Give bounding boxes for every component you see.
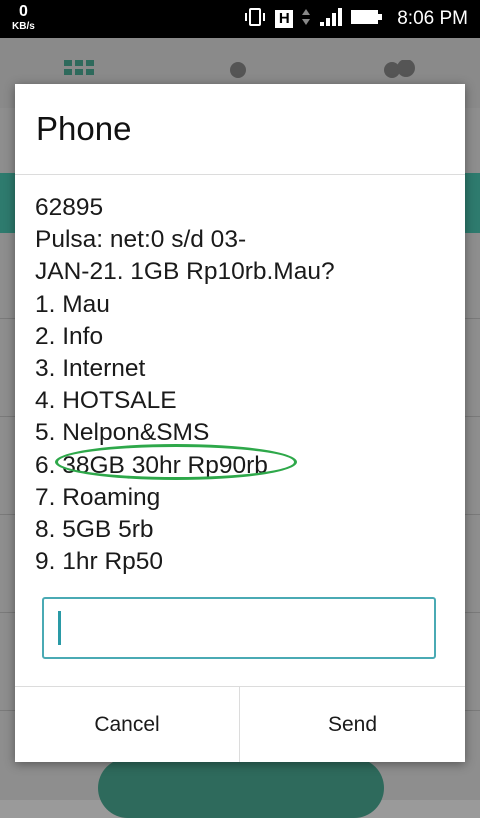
- vibrate-icon: [243, 7, 267, 32]
- menu-option: 3. Internet: [35, 355, 146, 383]
- message-line: Pulsa: net:0 s/d 03-: [35, 226, 247, 254]
- text-caret: [58, 611, 61, 645]
- signal-icon: [319, 7, 343, 32]
- menu-option: 9. 1hr Rp50: [35, 548, 164, 576]
- ussd-dialog: Phone 62895 Pulsa: net:0 s/d 03- JAN-21.…: [15, 84, 465, 762]
- background-call-button: [98, 758, 384, 818]
- ussd-message: 62895 Pulsa: net:0 s/d 03- JAN-21. 1GB R…: [35, 192, 455, 578]
- network-speed-unit: KB/s: [12, 21, 35, 32]
- clock: 8:06 PM: [397, 8, 468, 29]
- highlight-ring-annotation: [55, 444, 297, 480]
- data-activity-icon: [301, 7, 311, 32]
- status-bar: 0 KB/s H 8:06 PM: [0, 0, 480, 38]
- cancel-button[interactable]: Cancel: [15, 687, 239, 762]
- send-button[interactable]: Send: [240, 687, 465, 762]
- menu-option: 7. Roaming: [35, 483, 161, 511]
- message-line: JAN-21. 1GB Rp10rb.Mau?: [35, 258, 335, 286]
- menu-option: 1. Mau: [35, 290, 110, 318]
- network-speed: 0 KB/s: [12, 4, 35, 32]
- menu-option: 8. 5GB 5rb: [35, 516, 154, 544]
- message-line: 62895: [35, 194, 104, 221]
- title-divider: [15, 174, 465, 175]
- battery-icon: [351, 8, 383, 31]
- ussd-reply-input[interactable]: [42, 597, 436, 659]
- network-speed-value: 0: [18, 3, 28, 20]
- menu-option: 2. Info: [35, 322, 104, 350]
- network-type-badge: H: [275, 10, 294, 28]
- menu-option: 5. Nelpon&SMS: [35, 419, 210, 447]
- dialog-title: Phone: [36, 110, 132, 147]
- menu-option: 4. HOTSALE: [35, 387, 177, 415]
